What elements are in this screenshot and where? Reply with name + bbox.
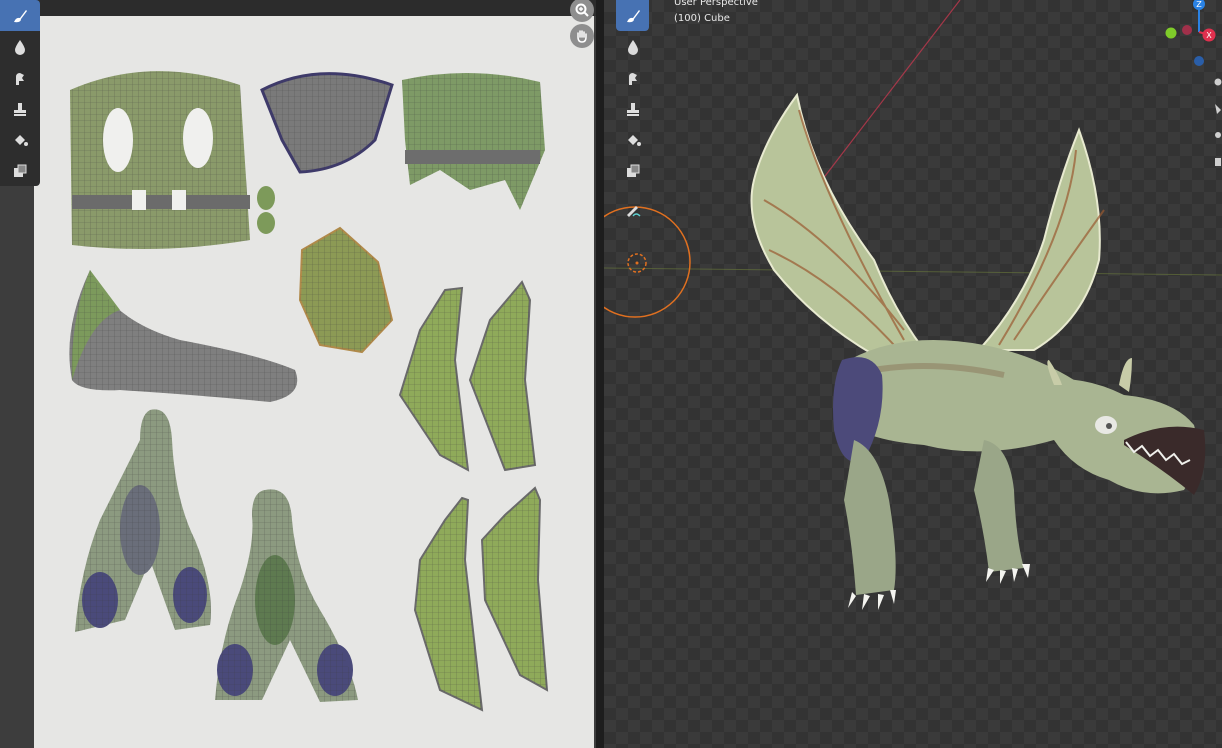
camera-icon[interactable] [1215, 132, 1221, 138]
dragon-model[interactable] [750, 92, 1206, 610]
gizmo-x-label: X [1206, 31, 1212, 40]
uv-island-tail [69, 270, 298, 402]
navigation-gizmo[interactable]: Z X [1165, 0, 1216, 66]
mask-icon [14, 164, 27, 177]
viewport-toolbar [616, 0, 649, 225]
zoom-icon[interactable] [1214, 78, 1222, 86]
mask-icon [626, 164, 639, 177]
vp-fill-tool[interactable] [616, 124, 649, 155]
blur-icon [15, 39, 25, 55]
viewport-scene: Z X [604, 0, 1222, 610]
brush-tool[interactable] [0, 0, 40, 31]
vp-clone-tool[interactable] [616, 93, 649, 124]
blur-tool[interactable] [0, 31, 40, 62]
uv-island-belly [298, 226, 394, 354]
uv-island-wing-2 [468, 280, 537, 472]
uv-island-wing-1 [398, 286, 470, 472]
vp-annotate-tool[interactable] [616, 194, 649, 225]
pan-hand-icon[interactable] [1215, 104, 1221, 114]
uv-island-eye-top [257, 186, 275, 210]
perspective-label: User Perspective [674, 0, 758, 8]
clone-icon [14, 102, 26, 116]
image-editor[interactable] [0, 0, 596, 748]
mask-tool[interactable] [0, 155, 40, 186]
uv-islands [69, 71, 549, 712]
vp-blur-tool[interactable] [616, 31, 649, 62]
blur-icon [627, 39, 638, 55]
smear-icon [16, 72, 24, 85]
y-axis-line [604, 267, 1222, 276]
uv-island-eye-bottom [257, 212, 275, 234]
uv-island-wing-4 [480, 486, 549, 692]
grid-icon[interactable] [1215, 158, 1221, 166]
uv-island-jaw [402, 72, 545, 210]
uv-island-leg-1 [75, 409, 211, 632]
vp-mask-tool[interactable] [616, 155, 649, 186]
clone-tool[interactable] [0, 93, 40, 124]
viewport-nav-icons [1214, 78, 1222, 166]
vp-smear-tool[interactable] [616, 62, 649, 93]
brush-icon [14, 9, 27, 22]
gizmo-z-label: Z [1196, 0, 1202, 9]
fill-icon [627, 134, 641, 146]
editor-split-divider[interactable] [596, 0, 604, 748]
smear-tool[interactable] [0, 62, 40, 93]
3d-viewport[interactable]: User Perspective (100) Cube Z X [604, 0, 1222, 748]
gizmo-neg-x-axis[interactable] [1182, 25, 1192, 35]
gizmo-y-axis[interactable] [1165, 27, 1177, 39]
brush-icon [626, 9, 640, 22]
fill-tool[interactable] [0, 124, 40, 155]
annotate-icon [626, 205, 640, 217]
clone-icon [626, 102, 639, 116]
uv-island-head-top [260, 72, 394, 174]
pan-hand-icon [577, 30, 587, 43]
image-editor-toolbar [0, 0, 40, 186]
pan-button[interactable] [570, 24, 594, 48]
zoom-icon [575, 3, 589, 17]
uv-island-leg-2 [215, 489, 358, 702]
vp-brush-tool[interactable] [616, 0, 649, 31]
uv-island-torso [70, 71, 250, 250]
smear-icon [628, 72, 637, 85]
uv-island-wing-3 [413, 496, 484, 712]
object-label: (100) Cube [674, 13, 730, 24]
fill-icon [15, 134, 28, 146]
gizmo-neg-z-axis[interactable] [1194, 56, 1204, 66]
